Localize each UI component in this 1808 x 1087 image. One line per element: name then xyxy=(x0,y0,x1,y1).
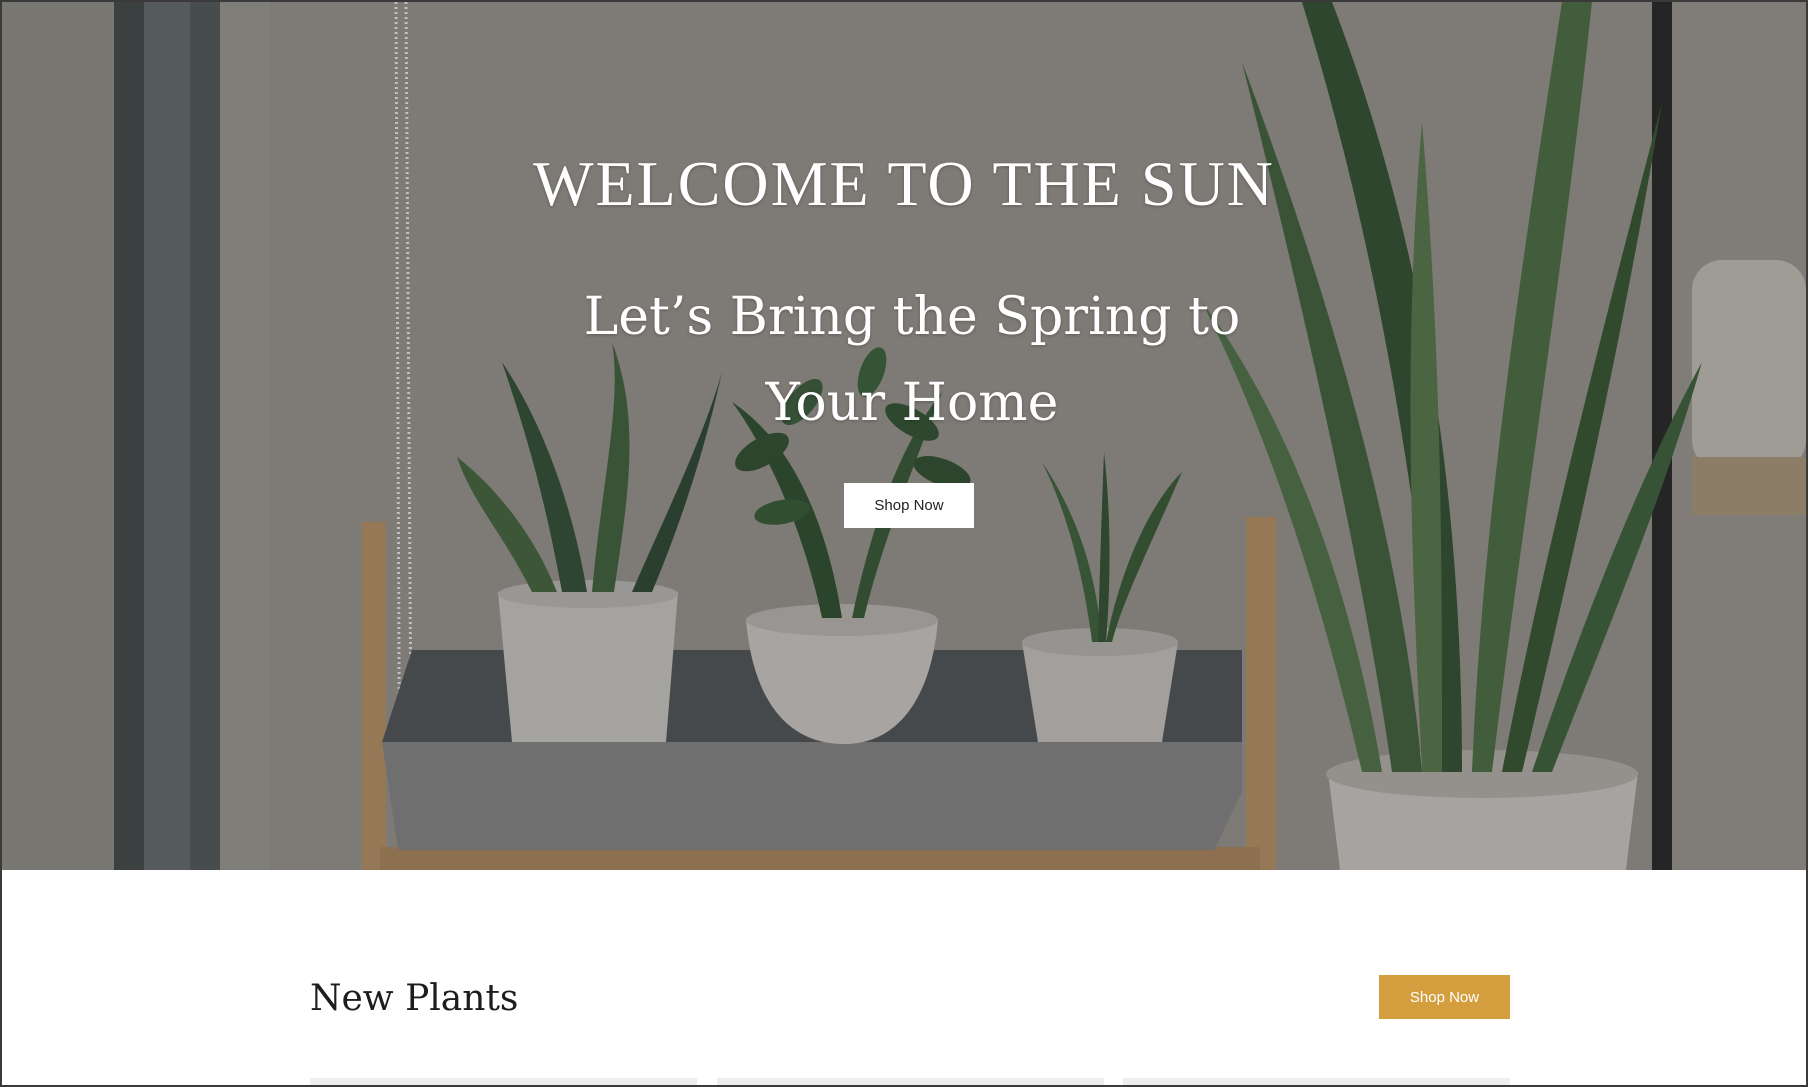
new-plants-section: New Plants Shop Now xyxy=(2,870,1806,1085)
new-plants-title: New Plants xyxy=(310,978,519,1019)
product-card[interactable] xyxy=(310,1078,697,1085)
page-frame: WELCOME TO THE SUN Let’s Bring the Sprin… xyxy=(0,0,1808,1087)
new-plants-shop-now-button[interactable]: Shop Now xyxy=(1379,975,1510,1019)
hero-eyebrow: WELCOME TO THE SUN xyxy=(533,148,1275,219)
product-card[interactable] xyxy=(1123,1078,1510,1085)
hero-shop-now-button[interactable]: Shop Now xyxy=(844,483,974,528)
hero-banner: WELCOME TO THE SUN Let’s Bring the Sprin… xyxy=(2,2,1806,870)
product-card[interactable] xyxy=(717,1078,1104,1085)
hero-title: Let’s Bring the Spring to Your Home xyxy=(583,287,1241,433)
